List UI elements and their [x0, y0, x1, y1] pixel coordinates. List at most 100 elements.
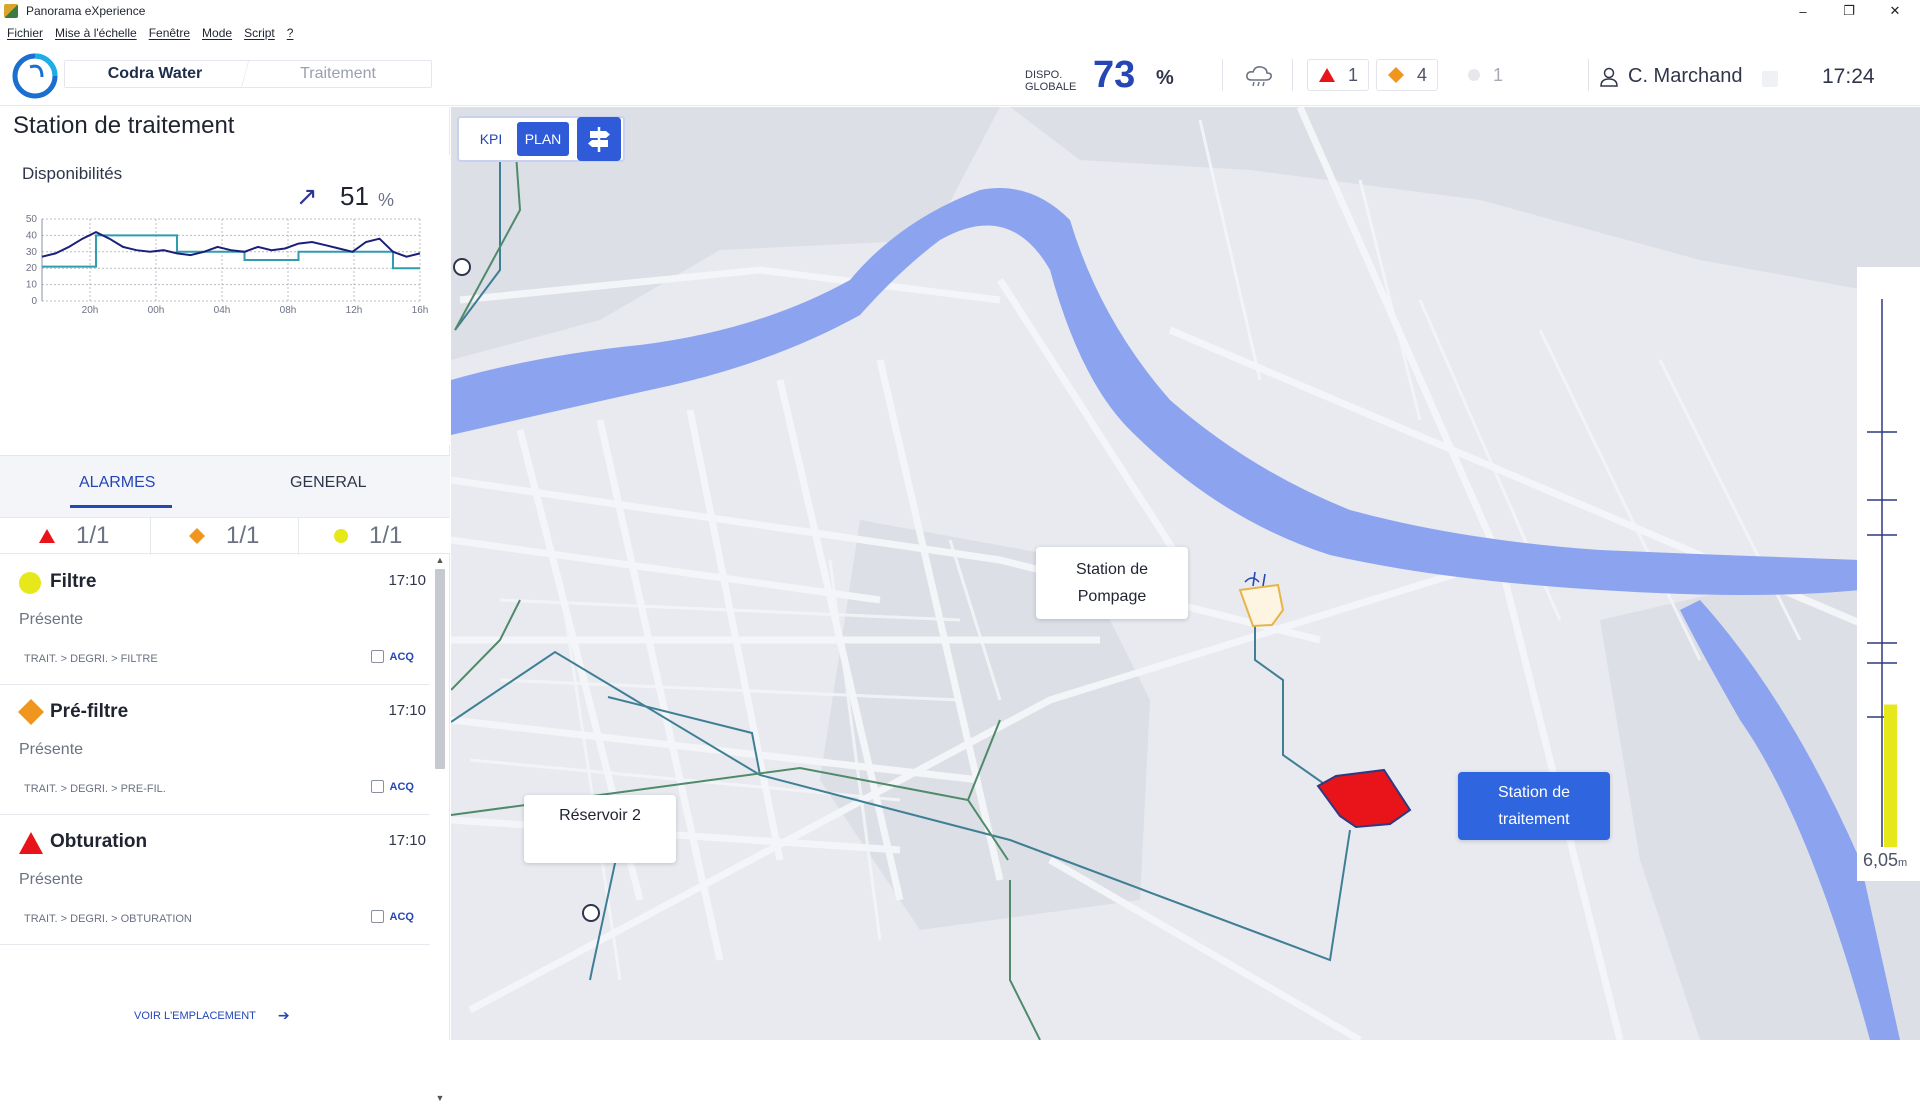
severity-orange[interactable]: 1/1	[188, 522, 259, 550]
user-name: C. Marchand	[1628, 65, 1743, 87]
y-tick-label: 20	[26, 263, 38, 274]
pump-station-label[interactable]: Station de Pompage	[1036, 547, 1188, 619]
orange-alarm-count[interactable]: 4	[1376, 59, 1439, 91]
divider	[150, 518, 151, 555]
left-panel: Station de traitement Disponibilités ↗ 5…	[0, 107, 450, 1103]
reservoir-label[interactable]: Réservoir 2	[524, 795, 676, 863]
y-tick-label: 10	[26, 280, 38, 291]
x-tick-label: 04h	[214, 305, 231, 316]
close-button[interactable]: ✕	[1872, 0, 1918, 22]
yellow-circle-icon	[334, 529, 348, 543]
level-gauge-value: 6,05m	[1863, 850, 1908, 870]
scroll-thumb[interactable]	[435, 569, 445, 769]
alarm-time: 17:10	[388, 572, 426, 589]
user-menu[interactable]: C. Marchand	[1600, 65, 1743, 88]
y-tick-label: 0	[31, 296, 37, 307]
scroll-up-icon[interactable]: ▲	[434, 555, 446, 567]
breadcrumb-codra-water[interactable]: Codra Water	[65, 61, 251, 87]
gray-circle-icon	[1468, 69, 1480, 81]
global-availability-label: DISPO. GLOBALE	[1025, 69, 1077, 93]
alarm-time: 17:10	[388, 832, 426, 849]
minimize-button[interactable]: –	[1780, 0, 1826, 22]
treatment-station-label[interactable]: Station de traitement	[1458, 772, 1610, 840]
tab-general[interactable]: GENERAL	[290, 474, 366, 492]
alarm-item[interactable]: Filtre 17:10 Présente TRAIT. > DEGRI. > …	[0, 555, 430, 685]
app-header: Codra Water Traitement DISPO. GLOBALE 73 …	[0, 43, 1920, 106]
availability-chart: 0 10 20 30 40 50 20h 00h 04h 08h 12h 16h	[26, 214, 429, 316]
arrow-right-icon: ➔	[277, 1007, 290, 1023]
alarm-list: Filtre 17:10 Présente TRAIT. > DEGRI. > …	[0, 555, 430, 945]
menu-mise-a-echelle[interactable]: Mise à l'échelle	[55, 26, 137, 40]
level-gauge-fill	[1884, 704, 1897, 847]
user-status-box	[1762, 71, 1778, 87]
alarm-state: Présente	[19, 741, 84, 758]
checkbox-icon[interactable]	[370, 780, 384, 793]
alarm-time: 17:10	[388, 702, 426, 719]
alarm-state: Présente	[19, 611, 84, 628]
active-tab-indicator	[70, 505, 172, 508]
availability-title: Disponibilités	[22, 164, 123, 183]
alarm-scrollbar[interactable]: ▲ ▼	[434, 555, 446, 1105]
clock: 17:24	[1822, 65, 1875, 88]
page-title: Station de traitement	[13, 112, 235, 139]
divider	[298, 518, 299, 555]
alarm-path: TRAIT. > DEGRI. > PRE-FIL.	[24, 783, 166, 795]
gray-alarm-count[interactable]: 1	[1456, 59, 1514, 91]
global-availability-value: 73	[1093, 54, 1136, 96]
availability-card: Disponibilités ↗ 51 % 0 10 20 30 40 50 20h 00h 0…	[0, 155, 450, 445]
window-titlebar: Panorama eXperience – ❐ ✕	[0, 0, 1920, 22]
alarm-path: TRAIT. > DEGRI. > FILTRE	[24, 653, 158, 665]
orange-diamond-icon	[18, 699, 44, 725]
acq-checkbox[interactable]: ACQ	[370, 910, 414, 923]
x-tick-label: 16h	[412, 305, 429, 316]
severity-yellow[interactable]: 1/1	[333, 522, 402, 550]
menu-help[interactable]: ?	[287, 26, 294, 40]
alarm-item[interactable]: Pré-filtre 17:10 Présente TRAIT. > DEGRI…	[0, 685, 430, 815]
cloud-rain-icon[interactable]	[1244, 64, 1274, 88]
red-triangle-icon	[19, 832, 43, 854]
menu-bar: Fichier Mise à l'échelle Fenêtre Mode Sc…	[0, 22, 1920, 43]
breadcrumb-traitement[interactable]: Traitement	[245, 61, 431, 87]
menu-fenetre[interactable]: Fenêtre	[149, 26, 190, 40]
x-tick-label: 20h	[82, 305, 99, 316]
maximize-button[interactable]: ❐	[1826, 0, 1872, 22]
trend-arrow-icon: ↗	[296, 181, 318, 211]
orange-diamond-icon	[189, 528, 205, 544]
y-tick-label: 40	[26, 230, 38, 241]
divider	[1588, 59, 1589, 91]
red-triangle-icon	[1319, 68, 1335, 82]
alarm-path: TRAIT. > DEGRI. > OBTURATION	[24, 913, 192, 925]
orange-diamond-icon	[1388, 67, 1404, 83]
alarm-item[interactable]: Obturation 17:10 Présente TRAIT. > DEGRI…	[0, 815, 430, 945]
app-icon	[4, 4, 18, 18]
voir-emplacement-link[interactable]: VOIR L'EMPLACEMENT ➔	[134, 1007, 290, 1024]
acq-checkbox[interactable]: ACQ	[370, 650, 414, 663]
checkbox-icon[interactable]	[370, 650, 384, 663]
kpi-button[interactable]: KPI	[465, 122, 517, 156]
availability-value: 51	[340, 181, 369, 211]
y-tick-label: 30	[26, 247, 38, 258]
alarm-name: Filtre	[50, 571, 97, 592]
tab-alarmes[interactable]: ALARMES	[79, 474, 155, 492]
map-node-marker[interactable]	[453, 258, 471, 276]
alarm-state: Présente	[19, 871, 84, 888]
level-gauge-scale	[1867, 299, 1897, 847]
scroll-down-icon[interactable]: ▼	[434, 1093, 446, 1105]
checkbox-icon[interactable]	[370, 910, 384, 923]
acq-checkbox[interactable]: ACQ	[370, 780, 414, 793]
x-tick-label: 00h	[148, 305, 165, 316]
menu-mode[interactable]: Mode	[202, 26, 232, 40]
app-logo[interactable]	[12, 53, 58, 99]
plan-button[interactable]: PLAN	[517, 122, 569, 156]
red-alarm-count[interactable]: 1	[1307, 59, 1370, 91]
menu-fichier[interactable]: Fichier	[7, 26, 43, 40]
menu-script[interactable]: Script	[244, 26, 275, 40]
divider	[1292, 59, 1293, 91]
divider	[1222, 59, 1223, 91]
level-gauge	[1857, 267, 1920, 881]
reservoir-marker[interactable]	[582, 904, 600, 922]
availability-unit: %	[378, 190, 395, 210]
signpost-icon[interactable]	[577, 117, 621, 161]
severity-red[interactable]: 1/1	[38, 522, 109, 550]
yellow-circle-icon	[19, 572, 41, 594]
